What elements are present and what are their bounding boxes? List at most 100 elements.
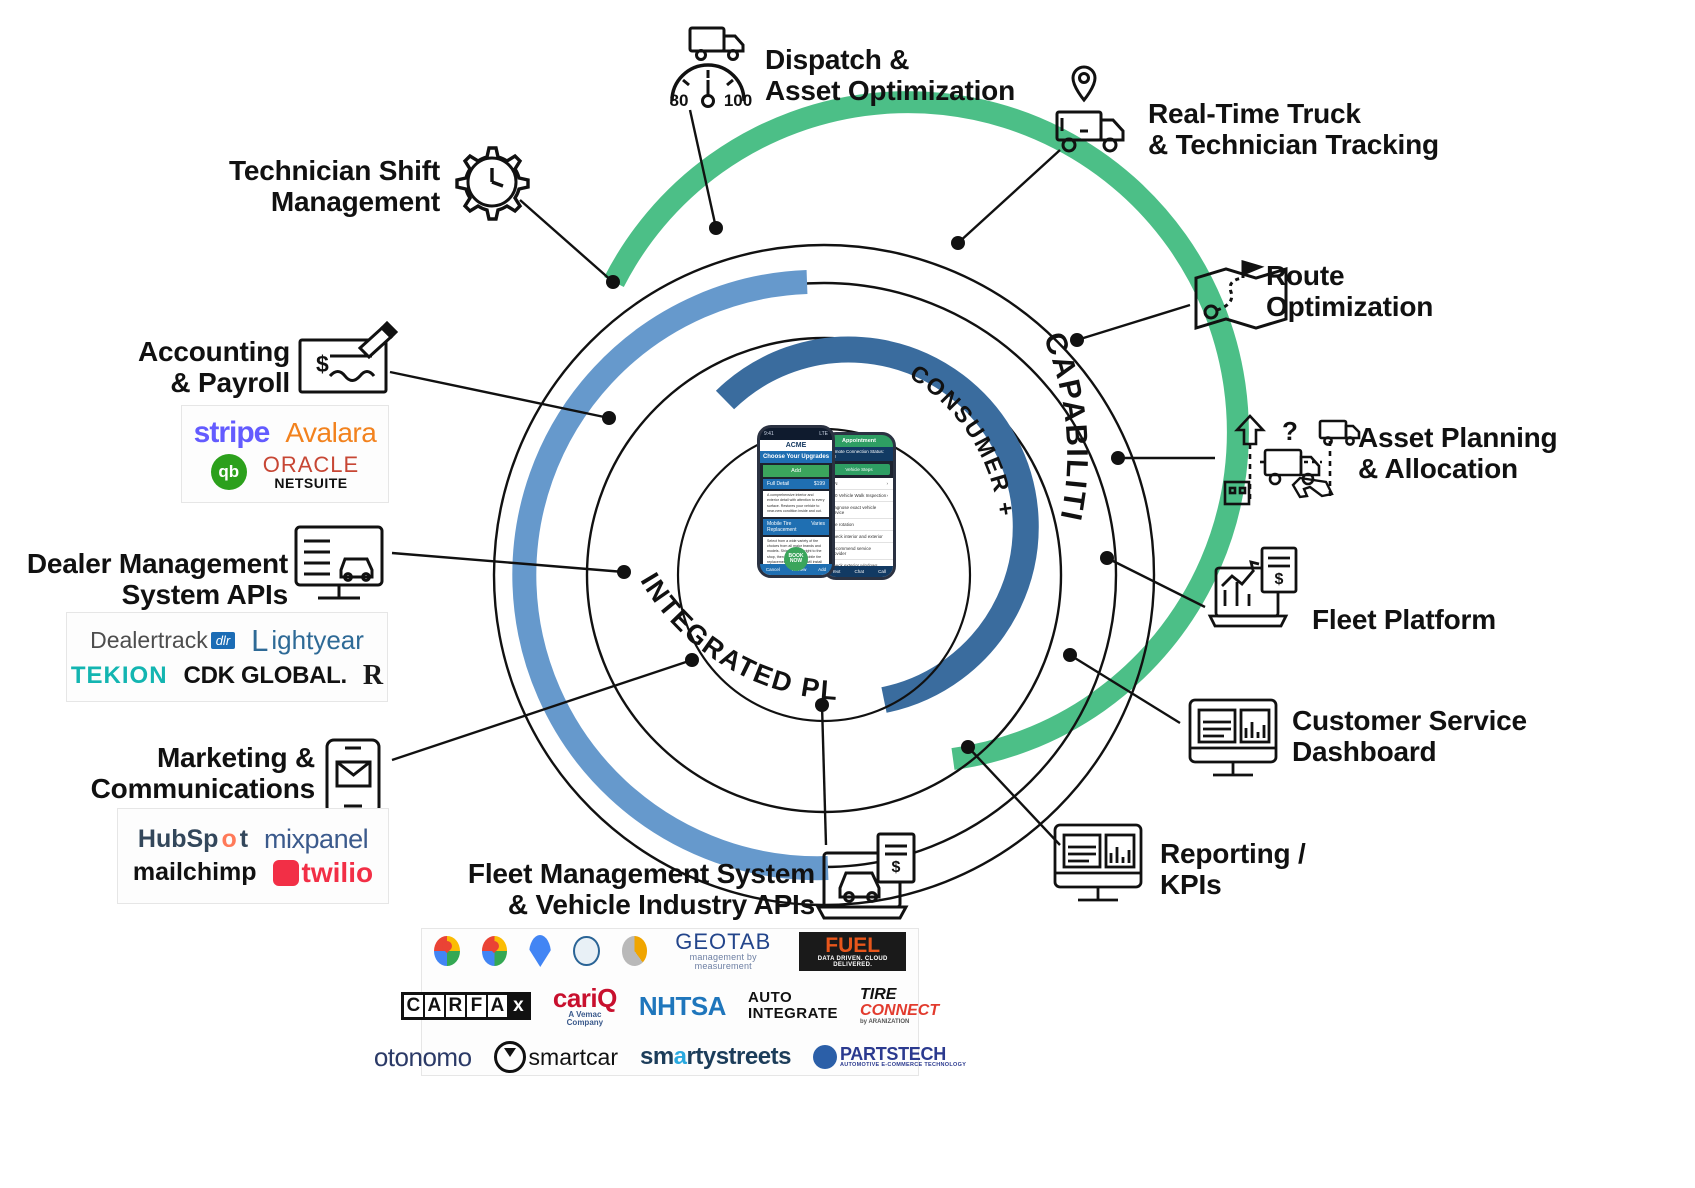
logo-panel-marketing: HubSp o t mixpanel mailchimp twilio xyxy=(117,808,389,904)
logo-avalara: Avalara xyxy=(285,417,377,448)
gauge-max-label: 100 xyxy=(724,91,752,110)
list-item[interactable]: 360 Vehicle Walk Inspection › xyxy=(825,490,893,502)
capability-label-asset-planning: Asset Planning & Allocation xyxy=(1358,422,1658,485)
smarty-a: sm xyxy=(639,1043,674,1070)
logo-quickbooks: qb xyxy=(210,454,247,490)
list-item[interactable]: VIN› xyxy=(825,478,893,490)
samsara-icon xyxy=(573,936,600,966)
lightyear-rest: ightyear xyxy=(271,625,364,655)
footer-cancel[interactable]: Cancel xyxy=(766,567,780,572)
footer-chat[interactable]: Chat xyxy=(854,569,864,574)
logo-smartystreets: smartystreets xyxy=(640,1043,791,1071)
label-line-2: Optimization xyxy=(1266,291,1434,323)
autoint-a: AUTO xyxy=(747,989,793,1007)
hubspot-a: HubSp xyxy=(137,824,219,853)
geotab-tagline: management by measurement xyxy=(689,952,757,971)
hubspot-sprocket: o xyxy=(221,824,237,853)
partstech-globe-icon xyxy=(812,1045,837,1069)
steering-wheel-icon xyxy=(493,1041,526,1073)
logo-geotab: GEOTAB management by measurement xyxy=(669,931,777,971)
zonar-icon xyxy=(621,936,648,966)
label-line-1: Asset Planning xyxy=(1358,422,1558,453)
phone-mockup-primary: 9:41 LTE ACME Choose Your Upgrades Add F… xyxy=(757,425,835,578)
label-line-1: Technician Shift xyxy=(229,155,440,186)
item-price: $199 xyxy=(813,481,825,487)
capability-label-reporting: Reporting / KPIs xyxy=(1160,838,1420,901)
platform-label-dealer-management: Dealer Management System APIs xyxy=(10,548,288,611)
check-label: Diagnose exact vehicle service xyxy=(830,505,877,515)
list-item: Check interior and exterior xyxy=(825,531,893,543)
platform-label-marketing: Marketing & Communications xyxy=(60,742,316,805)
label-line-1: Accounting xyxy=(138,336,290,367)
google-my-maps-icon xyxy=(481,936,508,966)
logo-panel-dealer: Dealertrack dlr Lightyear TEKION CDK GLO… xyxy=(66,612,388,702)
label-line-1: Fleet Management System xyxy=(467,858,815,889)
label-line-1: Fleet Platform xyxy=(1312,604,1496,635)
app-item-row[interactable]: Full Detail $199 xyxy=(763,479,829,489)
logo-dealertrack: Dealertrack dlr xyxy=(90,626,236,653)
tire-tagline: by ARANIZATION xyxy=(860,1019,910,1025)
app-brand-name: ACME xyxy=(785,442,807,449)
svg-text:$: $ xyxy=(892,859,901,876)
google-maps-icon xyxy=(434,936,460,966)
label-line-1: Real-Time Truck xyxy=(1148,98,1361,129)
dealertrack-word: Dealertrack xyxy=(90,626,208,653)
geotab-word: GEOTAB xyxy=(675,929,772,954)
list-item: Recommend service provider xyxy=(825,543,893,560)
logo-carfax: CARFAx xyxy=(400,992,531,1020)
app-add-button[interactable]: Add xyxy=(763,465,829,477)
label-line-1: Route xyxy=(1266,260,1345,291)
logo-cariq: cariQ A Vemac Company xyxy=(553,985,618,1027)
smarty-c: rtystreets xyxy=(686,1043,792,1070)
logo-cdk-global: CDK GLOBAL. xyxy=(183,661,348,689)
label-line-2: & Allocation xyxy=(1358,453,1518,485)
google-pin-icon xyxy=(529,935,552,967)
logo-panel-accounting: stripe Avalara qb ORACLE NETSUITE xyxy=(181,405,389,503)
logo-twilio: twilio xyxy=(272,858,373,887)
logo-stripe: stripe xyxy=(193,416,271,449)
logo-panel-fleet: GEOTAB management by measurement FUEL DA… xyxy=(374,928,966,1076)
app-item-row[interactable]: Mobile Tire Replacement Varies xyxy=(763,518,829,535)
item-name: Mobile Tire Replacement xyxy=(767,520,797,533)
label-line-1: Dealer Management xyxy=(26,548,288,579)
list-item: Diagnose exact vehicle service xyxy=(825,502,893,519)
truck-pin-icon xyxy=(1055,65,1125,153)
footer-call[interactable]: Call xyxy=(878,569,886,574)
logo-tekion: TEKION xyxy=(70,661,168,689)
label-line-1: Customer Service xyxy=(1292,705,1527,736)
book-now-button[interactable]: BOOK NOW xyxy=(784,547,808,571)
row-label: 360 Vehicle Walk Inspection xyxy=(830,493,887,498)
app-brand: ACME xyxy=(760,440,832,451)
footer-add[interactable]: Add xyxy=(818,567,826,572)
logo-mixpanel: mixpanel xyxy=(264,823,369,854)
fleet-logo-row-2: CARFAx cariQ A Vemac Company NHTSA AUTO … xyxy=(400,985,939,1027)
status-time: 9:41 xyxy=(764,431,774,437)
capability-label-dispatch: Dispatch & Asset Optimization xyxy=(765,44,1065,107)
label-line-2: Communications xyxy=(90,773,316,805)
fuel-word: FUEL xyxy=(825,933,881,957)
item-name: Full Detail xyxy=(767,481,790,487)
gauge-min-label: 80 xyxy=(670,91,689,110)
svg-text:?: ? xyxy=(1282,416,1298,446)
label-line-1: Marketing & xyxy=(156,742,315,773)
platform-label-accounting: Accounting & Payroll xyxy=(40,336,290,399)
fleet-logo-row-3: otonomo smartcar smartystreets PARTSTECH… xyxy=(374,1041,966,1073)
netsuite-word: NETSUITE xyxy=(274,475,348,491)
status-network: LTE xyxy=(819,431,828,437)
smartcar-word: smartcar xyxy=(528,1043,618,1070)
capability-label-route: Route Optimization xyxy=(1266,260,1526,323)
capability-label-customer-service: Customer Service Dashboard xyxy=(1292,705,1592,768)
lightyear-cap: L xyxy=(251,622,269,658)
gear-clock-icon xyxy=(455,146,530,221)
label-line-2: System APIs xyxy=(121,579,289,611)
label-line-1: Dispatch & xyxy=(765,44,910,75)
fleet-logo-row-1: GEOTAB management by measurement FUEL DA… xyxy=(434,931,907,971)
dealertrack-badge: dlr xyxy=(210,631,236,649)
capability-label-tracking: Real-Time Truck & Technician Tracking xyxy=(1148,98,1488,161)
label-line-2: Dashboard xyxy=(1292,736,1437,768)
vehicle-steps-tab[interactable]: Vehicle Steps xyxy=(828,464,890,475)
logo-tire-connect: TIRE CONNECT by ARANIZATION xyxy=(860,987,939,1026)
logo-nhtsa: NHTSA xyxy=(638,990,727,1021)
oracle-word: ORACLE xyxy=(262,452,360,477)
logo-lightyear: Lightyear xyxy=(251,625,364,656)
